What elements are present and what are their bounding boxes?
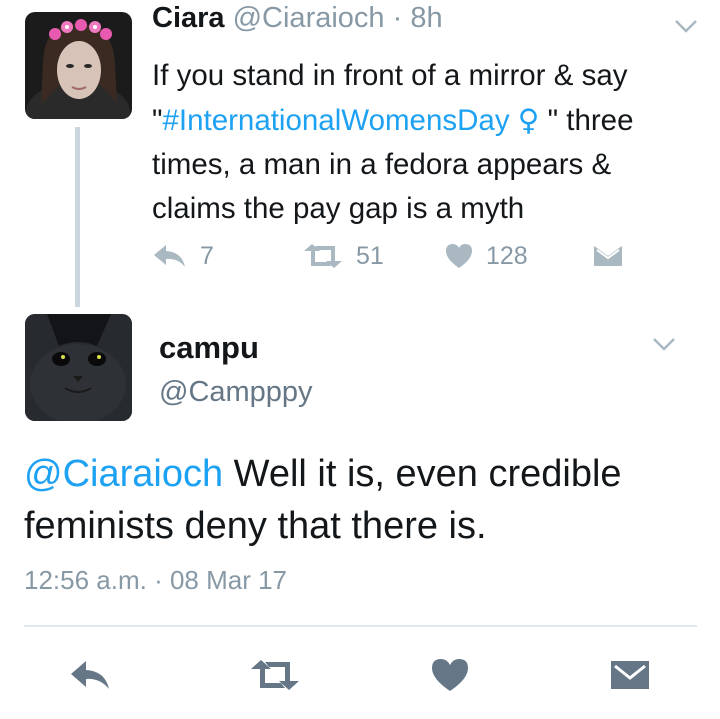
tweet1-like-count: 128 xyxy=(486,241,528,270)
reply-icon xyxy=(152,242,188,270)
tweet1-retweet-count: 51 xyxy=(356,241,384,270)
tweet2-author-name[interactable]: campu xyxy=(159,330,259,366)
tweet2-author-handle[interactable]: @Campppy xyxy=(159,376,313,409)
tweet1-hashtag[interactable]: #InternationalWomensDay xyxy=(162,104,509,137)
retweet-icon xyxy=(249,658,301,697)
tweet1-dm-button[interactable] xyxy=(592,236,624,276)
tweet1-time[interactable]: 8h xyxy=(410,2,442,34)
tweet2-mention[interactable]: @Ciaraioch xyxy=(24,453,223,495)
envelope-icon xyxy=(609,657,651,698)
tweet1-author-handle[interactable]: @Ciaraioch xyxy=(233,2,385,34)
chevron-down-icon[interactable] xyxy=(650,334,678,354)
female-sign-emoji: ♀ xyxy=(517,103,540,137)
tweet1-reply-button[interactable]: 7 xyxy=(152,236,214,276)
tweet2-text: @Ciaraioch Well it is, even credible fem… xyxy=(24,448,704,552)
ciara-avatar[interactable] xyxy=(25,12,132,119)
reply-button[interactable] xyxy=(60,652,120,702)
tweet1-reply-count: 7 xyxy=(200,241,214,270)
like-button[interactable] xyxy=(420,652,480,702)
tweet1-like-button[interactable]: 128 xyxy=(444,236,528,276)
dm-button[interactable] xyxy=(600,652,660,702)
tweet1-retweet-button[interactable]: 51 xyxy=(302,236,384,276)
tweet1-header: Ciara @Ciaraioch · 8h xyxy=(152,2,443,35)
thread-line xyxy=(75,127,80,307)
retweet-icon xyxy=(302,242,344,270)
tweet1-author-name[interactable]: Ciara xyxy=(152,2,225,34)
reply-icon xyxy=(68,658,112,697)
campu-avatar[interactable] xyxy=(25,314,132,421)
chevron-down-icon[interactable] xyxy=(672,16,700,36)
heart-icon xyxy=(430,657,470,698)
heart-icon xyxy=(444,242,474,270)
envelope-icon xyxy=(592,242,624,270)
retweet-button[interactable] xyxy=(240,652,310,702)
tweet1-separator: · xyxy=(384,2,411,34)
tweet2-timestamp: 12:56 a.m. · 08 Mar 17 xyxy=(24,565,288,595)
tweet1-text: If you stand in front of a mirror & say … xyxy=(152,54,692,231)
divider xyxy=(24,625,697,627)
